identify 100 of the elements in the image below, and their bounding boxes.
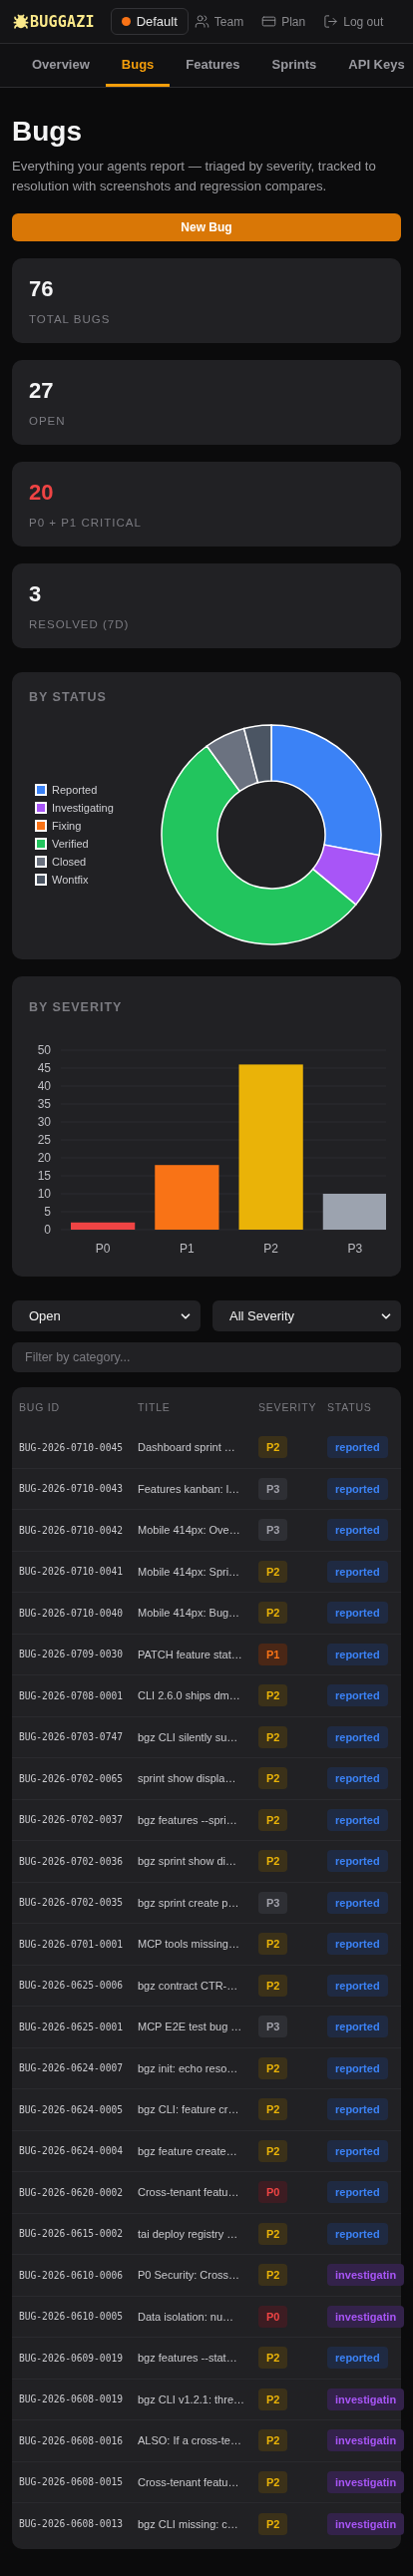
bug-title-cell-text: bgz features --stat… [138, 2352, 238, 2365]
status-badge: investigatin [327, 2470, 405, 2493]
page-title: Bugs [12, 116, 83, 148]
legend-label: Fixing [52, 820, 82, 832]
bug-id-cell-text: BUG-2026-0610-0006 [19, 2269, 124, 2281]
status-badge: reported [327, 1767, 388, 1790]
axis-tick-label: 35 [37, 1097, 51, 1111]
bug-title-cell-text: bgz CLI missing: c… [138, 2517, 239, 2530]
workspace-selector[interactable]: Default [110, 8, 189, 35]
bug-title-cell-text: CLI 2.6.0 ships dm… [138, 1689, 241, 1702]
stat-value: 3 [29, 581, 43, 607]
bug-id-cell-text: BUG-2026-0702-0065 [19, 1772, 124, 1784]
bug-title-cell-text: Dashboard sprint … [138, 1441, 236, 1454]
axis-tick-label: 10 [37, 1187, 51, 1201]
bug-title-cell-text: Data isolation: nu… [138, 2310, 234, 2323]
axis-tick-label: 15 [37, 1169, 51, 1183]
bug-title-cell-text: ALSO: If a cross-te… [138, 2434, 242, 2447]
column-header: STATUS [327, 1401, 373, 1413]
stat-value: 20 [29, 480, 55, 506]
bug-id-cell-text: BUG-2026-0710-0043 [19, 1483, 124, 1495]
bug-id-cell-text: BUG-2026-0608-0013 [19, 2518, 124, 2530]
status-badge: reported [327, 1560, 388, 1583]
severity-badge: P2 [258, 1808, 288, 1831]
status-badge: reported [327, 2139, 388, 2162]
severity-badge: P3 [258, 2016, 288, 2038]
stat-label: P0 + P1 CRITICAL [29, 517, 143, 529]
bug-id-cell-text: BUG-2026-0701-0001 [19, 1938, 124, 1950]
axis-category-label: P2 [263, 1242, 278, 1256]
status-badge: reported [327, 1808, 388, 1831]
severity-badge: P3 [258, 1519, 288, 1542]
severity-badge: P2 [258, 1560, 288, 1583]
legend-label: Verified [52, 838, 89, 850]
severity-select[interactable]: All Severity [212, 1300, 401, 1331]
bug-id-cell-text: BUG-2026-0624-0005 [19, 2103, 124, 2115]
bug-id-cell-text: BUG-2026-0610-0005 [19, 2311, 124, 2323]
stat-label: RESOLVED (7D) [29, 618, 131, 630]
bug-id-cell-text: BUG-2026-0709-0030 [19, 1649, 124, 1660]
bug-title-cell-text: bgz feature create… [138, 2144, 238, 2157]
bug-id-cell-text: BUG-2026-0702-0035 [19, 1897, 124, 1909]
bug-id-cell-text: BUG-2026-0708-0001 [19, 1689, 124, 1701]
axis-category-label: P3 [347, 1242, 363, 1256]
column-header: TITLE [138, 1401, 172, 1413]
severity-badge: P2 [258, 2429, 288, 2452]
bug-title-cell-text: MCP E2E test bug … [138, 2021, 243, 2033]
severity-badge: P2 [258, 1725, 288, 1748]
status-badge: investigatin [327, 2388, 405, 2410]
stat-value: 27 [29, 378, 55, 404]
bug-title-cell-text: Mobile 414px: Bug… [138, 1607, 241, 1620]
bug-title-cell-text: tai deploy registry … [138, 2227, 239, 2240]
nav-tab[interactable]: Sprints [255, 44, 333, 87]
stat-label: OPEN [29, 415, 67, 427]
bug-id-cell-text: BUG-2026-0620-0002 [19, 2186, 124, 2198]
axis-tick-label: 45 [37, 1061, 51, 1075]
axis-tick-label: 40 [37, 1079, 51, 1093]
status-select[interactable]: Open [12, 1300, 201, 1331]
bug-title-cell-text: bgz CLI v1.2.1: thre… [138, 2392, 245, 2405]
app-logo[interactable]: BUGGAZI [13, 12, 95, 31]
card-icon [261, 14, 277, 29]
severity-badge: P2 [258, 1850, 288, 1873]
column-header: SEVERITY [258, 1401, 318, 1413]
bug-title-cell-text: bgz contract CTR-… [138, 1979, 239, 1992]
severity-badge: P1 [258, 1643, 288, 1665]
bug-title-cell-text: Features kanban: l… [138, 1482, 241, 1495]
bug-id-cell-text: BUG-2026-0710-0041 [19, 1566, 124, 1578]
bug-id-cell-text: BUG-2026-0624-0004 [19, 2145, 124, 2157]
severity-badge: P2 [258, 2512, 288, 2535]
status-badge: investigatin [327, 2429, 405, 2452]
status-badge: reported [327, 1684, 388, 1707]
nav-link[interactable]: Team [194, 14, 244, 29]
status-badge: reported [327, 2222, 388, 2245]
bug-id-cell-text: BUG-2026-0703-0747 [19, 1731, 124, 1743]
severity-badge: P2 [258, 2056, 288, 2079]
nav-tab[interactable]: API Keys [332, 44, 413, 87]
status-badge: reported [327, 1436, 388, 1459]
severity-badge: P2 [258, 2139, 288, 2162]
legend-label: Reported [52, 784, 98, 796]
status-badge: reported [327, 2181, 388, 2204]
bug-id-cell-text: BUG-2026-0702-0037 [19, 1814, 124, 1826]
nav-tab[interactable]: Overview [16, 44, 106, 87]
nav-tab[interactable]: Features [170, 44, 256, 87]
legend-label: Wontfix [52, 874, 89, 886]
nav-link[interactable]: Plan [261, 14, 306, 29]
nav-tab[interactable]: Bugs [105, 44, 171, 87]
status-badge: investigatin [327, 2512, 405, 2535]
logout-icon [323, 14, 339, 29]
category-filter-field[interactable]: Filter by category... [12, 1342, 401, 1372]
severity-badge: P2 [258, 1602, 288, 1625]
bug-title-cell-text: bgz features --spri… [138, 1813, 238, 1826]
status-badge: reported [327, 1891, 388, 1914]
status-badge: investigatin [327, 2264, 405, 2287]
severity-badge: P2 [258, 2347, 288, 2370]
nav-link[interactable]: Log out [323, 14, 384, 29]
bug-id-cell-text: BUG-2026-0615-0002 [19, 2228, 124, 2240]
bug-title-cell-text: Cross-tenant featu… [138, 2475, 240, 2488]
severity-badge: P3 [258, 1891, 288, 1914]
chart-title: BY SEVERITY [29, 1000, 124, 1014]
severity-badge: P0 [258, 2305, 288, 2328]
bug-id-cell-text: BUG-2026-0710-0042 [19, 1524, 124, 1536]
severity-badge: P3 [258, 1477, 288, 1500]
severity-badge: P2 [258, 1974, 288, 1997]
